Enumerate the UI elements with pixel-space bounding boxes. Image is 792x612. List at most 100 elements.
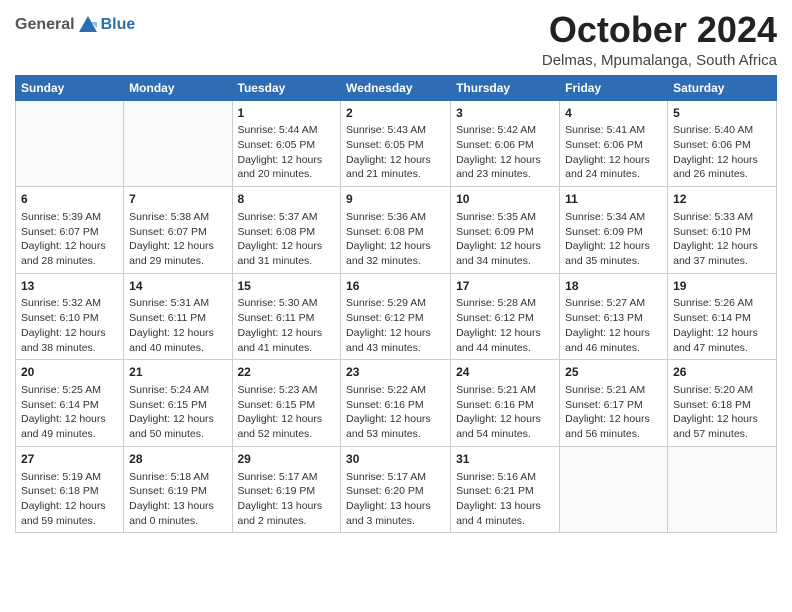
calendar-cell-w5-d2: 28 Sunrise: 5:18 AM Sunset: 6:19 PM Dayli…	[124, 446, 232, 533]
day-number: 29	[238, 451, 336, 468]
day-info: Sunrise: 5:22 AM Sunset: 6:16 PM Dayligh…	[346, 383, 445, 442]
calendar-cell-w2-d4: 9Sunrise: 5:36 AM Sunset: 6:08 PM Daylig…	[341, 187, 451, 274]
day-number: 21	[129, 364, 226, 381]
calendar-cell-w2-d2: 7Sunrise: 5:38 AM Sunset: 6:07 PM Daylig…	[124, 187, 232, 274]
calendar-cell-w3-d4: 16Sunrise: 5:29 AM Sunset: 6:12 PM Dayli…	[341, 273, 451, 360]
header-wednesday: Wednesday	[341, 75, 451, 100]
day-number: 6	[21, 191, 118, 208]
day-info: Sunrise: 5:37 AM Sunset: 6:08 PM Dayligh…	[238, 210, 336, 269]
week-row-5: 27Sunrise: 5:19 AM Sunset: 6:18 PM Dayli…	[16, 446, 777, 533]
day-number: 8	[238, 191, 336, 208]
day-info: Sunrise: 5:34 AM Sunset: 6:09 PM Dayligh…	[565, 210, 662, 269]
day-number: 13	[21, 278, 118, 295]
day-number: 3	[456, 105, 554, 122]
day-info: Sunrise: 5:31 AM Sunset: 6:11 PM Dayligh…	[129, 296, 226, 355]
day-number: 14	[129, 278, 226, 295]
day-number: 16	[346, 278, 445, 295]
calendar-cell-w1-d2	[124, 100, 232, 187]
day-number: 11	[565, 191, 662, 208]
day-number: 2	[346, 105, 445, 122]
header-friday: Friday	[560, 75, 668, 100]
header-monday: Monday	[124, 75, 232, 100]
calendar-cell-w2-d5: 10 Sunrise: 5:35 AM Sunset: 6:09 PM Dayli…	[451, 187, 560, 274]
calendar-cell-w1-d5: 3Sunrise: 5:42 AM Sunset: 6:06 PM Daylig…	[451, 100, 560, 187]
day-number: 7	[129, 191, 226, 208]
day-info: Sunrise: 5:39 AM Sunset: 6:07 PM Dayligh…	[21, 210, 118, 269]
day-info: Sunrise: 5:41 AM Sunset: 6:06 PM Dayligh…	[565, 123, 662, 182]
calendar-cell-w1-d3: 1Sunrise: 5:44 AM Sunset: 6:05 PM Daylig…	[232, 100, 341, 187]
day-info: Sunrise: 5:21 AM Sunset: 6:17 PM Dayligh…	[565, 383, 662, 442]
calendar-cell-w4-d3: 22 Sunrise: 5:23 AM Sunset: 6:15 PM Dayli…	[232, 360, 341, 447]
calendar-cell-w4-d1: 20 Sunrise: 5:25 AM Sunset: 6:14 PM Dayli…	[16, 360, 124, 447]
logo-general: General	[15, 16, 75, 34]
header-saturday: Saturday	[668, 75, 777, 100]
day-info: Sunrise: 5:42 AM Sunset: 6:06 PM Dayligh…	[456, 123, 554, 182]
calendar-cell-w5-d6	[560, 446, 668, 533]
day-info: Sunrise: 5:24 AM Sunset: 6:15 PM Dayligh…	[129, 383, 226, 442]
day-number: 25	[565, 364, 662, 381]
day-number: 17	[456, 278, 554, 295]
calendar-cell-w2-d3: 8 Sunrise: 5:37 AM Sunset: 6:08 PM Daylig…	[232, 187, 341, 274]
day-info: Sunrise: 5:29 AM Sunset: 6:12 PM Dayligh…	[346, 296, 445, 355]
calendar-cell-w5-d7	[668, 446, 777, 533]
week-row-3: 13Sunrise: 5:32 AM Sunset: 6:10 PM Dayli…	[16, 273, 777, 360]
title-area: October 2024 Delmas, Mpumalanga, South A…	[542, 10, 777, 69]
day-number: 20	[21, 364, 118, 381]
day-info: Sunrise: 5:30 AM Sunset: 6:11 PM Dayligh…	[238, 296, 336, 355]
day-number: 12	[673, 191, 771, 208]
calendar-cell-w3-d6: 18Sunrise: 5:27 AM Sunset: 6:13 PM Dayli…	[560, 273, 668, 360]
day-info: Sunrise: 5:21 AM Sunset: 6:16 PM Dayligh…	[456, 383, 554, 442]
location-title: Delmas, Mpumalanga, South Africa	[542, 52, 777, 69]
day-info: Sunrise: 5:26 AM Sunset: 6:14 PM Dayligh…	[673, 296, 771, 355]
week-row-1: 1Sunrise: 5:44 AM Sunset: 6:05 PM Daylig…	[16, 100, 777, 187]
calendar-cell-w1-d7: 5Sunrise: 5:40 AM Sunset: 6:06 PM Daylig…	[668, 100, 777, 187]
week-row-2: 6 Sunrise: 5:39 AM Sunset: 6:07 PM Daylig…	[16, 187, 777, 274]
day-number: 31	[456, 451, 554, 468]
day-info: Sunrise: 5:18 AM Sunset: 6:19 PM Dayligh…	[129, 470, 226, 529]
calendar-cell-w3-d3: 15Sunrise: 5:30 AM Sunset: 6:11 PM Dayli…	[232, 273, 341, 360]
day-info: Sunrise: 5:17 AM Sunset: 6:20 PM Dayligh…	[346, 470, 445, 529]
day-info: Sunrise: 5:40 AM Sunset: 6:06 PM Dayligh…	[673, 123, 771, 182]
day-number: 10	[456, 191, 554, 208]
calendar-cell-w4-d6: 25 Sunrise: 5:21 AM Sunset: 6:17 PM Dayli…	[560, 360, 668, 447]
logo-icon	[77, 14, 99, 36]
day-number: 19	[673, 278, 771, 295]
day-info: Sunrise: 5:27 AM Sunset: 6:13 PM Dayligh…	[565, 296, 662, 355]
weekday-header-row: Sunday Monday Tuesday Wednesday Thursday…	[16, 75, 777, 100]
calendar-cell-w2-d1: 6 Sunrise: 5:39 AM Sunset: 6:07 PM Daylig…	[16, 187, 124, 274]
calendar-cell-w5-d1: 27Sunrise: 5:19 AM Sunset: 6:18 PM Dayli…	[16, 446, 124, 533]
day-number: 15	[238, 278, 336, 295]
header-thursday: Thursday	[451, 75, 560, 100]
day-info: Sunrise: 5:16 AM Sunset: 6:21 PM Dayligh…	[456, 470, 554, 529]
day-number: 1	[238, 105, 336, 122]
logo: General Blue	[15, 14, 135, 36]
calendar-cell-w2-d7: 12 Sunrise: 5:33 AM Sunset: 6:10 PM Dayli…	[668, 187, 777, 274]
day-number: 28	[129, 451, 226, 468]
day-number: 24	[456, 364, 554, 381]
day-info: Sunrise: 5:23 AM Sunset: 6:15 PM Dayligh…	[238, 383, 336, 442]
day-number: 4	[565, 105, 662, 122]
day-info: Sunrise: 5:44 AM Sunset: 6:05 PM Dayligh…	[238, 123, 336, 182]
day-info: Sunrise: 5:32 AM Sunset: 6:10 PM Dayligh…	[21, 296, 118, 355]
calendar-cell-w1-d1	[16, 100, 124, 187]
day-info: Sunrise: 5:25 AM Sunset: 6:14 PM Dayligh…	[21, 383, 118, 442]
header-tuesday: Tuesday	[232, 75, 341, 100]
day-number: 18	[565, 278, 662, 295]
day-number: 23	[346, 364, 445, 381]
day-info: Sunrise: 5:35 AM Sunset: 6:09 PM Dayligh…	[456, 210, 554, 269]
day-number: 5	[673, 105, 771, 122]
day-info: Sunrise: 5:20 AM Sunset: 6:18 PM Dayligh…	[673, 383, 771, 442]
day-info: Sunrise: 5:43 AM Sunset: 6:05 PM Dayligh…	[346, 123, 445, 182]
calendar-cell-w2-d6: 11 Sunrise: 5:34 AM Sunset: 6:09 PM Dayli…	[560, 187, 668, 274]
calendar-cell-w3-d5: 17Sunrise: 5:28 AM Sunset: 6:12 PM Dayli…	[451, 273, 560, 360]
calendar-table: Sunday Monday Tuesday Wednesday Thursday…	[15, 75, 777, 534]
header-sunday: Sunday	[16, 75, 124, 100]
calendar-cell-w1-d6: 4Sunrise: 5:41 AM Sunset: 6:06 PM Daylig…	[560, 100, 668, 187]
calendar-cell-w1-d4: 2Sunrise: 5:43 AM Sunset: 6:05 PM Daylig…	[341, 100, 451, 187]
calendar-cell-w3-d1: 13Sunrise: 5:32 AM Sunset: 6:10 PM Dayli…	[16, 273, 124, 360]
day-info: Sunrise: 5:33 AM Sunset: 6:10 PM Dayligh…	[673, 210, 771, 269]
day-info: Sunrise: 5:17 AM Sunset: 6:19 PM Dayligh…	[238, 470, 336, 529]
day-number: 27	[21, 451, 118, 468]
calendar-cell-w4-d7: 26Sunrise: 5:20 AM Sunset: 6:18 PM Dayli…	[668, 360, 777, 447]
day-number: 22	[238, 364, 336, 381]
